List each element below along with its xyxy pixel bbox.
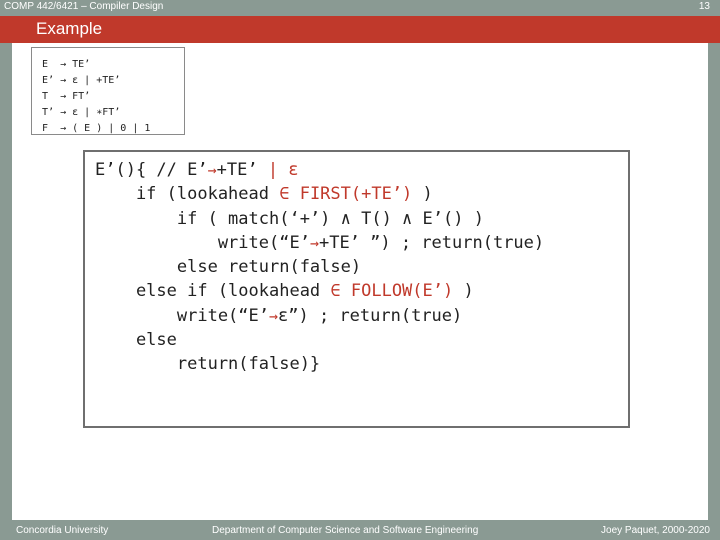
- rule-lhs: E’: [42, 75, 55, 86]
- rule-rhs: TE’: [72, 59, 91, 70]
- grammar-rule: F → ( E ) | 0 | 1: [42, 121, 184, 137]
- rule-lhs: T’: [42, 107, 55, 118]
- code-text: else if (lookahead: [95, 281, 331, 302]
- rule-rhs: ( E ) | 0 | 1: [72, 123, 151, 134]
- code-line: E’(){ // E’→+TE’ | ε: [95, 158, 628, 182]
- rule-lhs: E: [42, 59, 49, 70]
- rule-rhs: FT’: [72, 91, 91, 102]
- title-bar: Example: [0, 16, 720, 43]
- top-bar: COMP 442/6421 – Compiler Design 13: [0, 0, 720, 16]
- code-text: ): [463, 281, 474, 302]
- rule-lhs: F: [42, 123, 49, 134]
- code-line: return(false)}: [95, 354, 321, 375]
- rule-arrow: →: [60, 123, 67, 134]
- slide-content: E → TE’ E’ → ε | +TE’ T → FT’ T’ → ε | ∗FT’…: [12, 43, 708, 520]
- code-text: write(“E’: [95, 305, 269, 326]
- rule-arrow: →: [60, 75, 67, 86]
- footer: Concordia University Department of Compu…: [0, 520, 720, 540]
- footer-university: Concordia University: [16, 525, 109, 536]
- rule-lhs: T: [42, 91, 49, 102]
- code-line: if (lookahead ∈ FIRST(+TE’) ): [95, 182, 628, 206]
- rule-arrow: →: [60, 91, 67, 102]
- grammar-box: E → TE’ E’ → ε | +TE’ T → FT’ T’ → ε | ∗FT’…: [31, 47, 185, 135]
- course-name: COMP 442/6421 – Compiler Design: [4, 1, 164, 12]
- arrow-icon: →: [309, 233, 319, 252]
- slide-title: Example: [36, 19, 103, 38]
- code-text: E’(){ // E’: [95, 160, 208, 180]
- arrow-icon: →: [207, 161, 217, 179]
- grammar-rule: E’ → ε | +TE’: [42, 73, 184, 89]
- code-line: else: [95, 330, 177, 351]
- code-line: if ( match(‘+’) ∧ T() ∧ E’() ): [95, 208, 484, 229]
- code-text: ): [422, 184, 433, 205]
- grammar-rule: T’ → ε | ∗FT’: [42, 105, 184, 121]
- code-highlight: | ε: [267, 160, 299, 180]
- page-number: 13: [698, 1, 710, 12]
- rule-rhs: ε | +TE’: [72, 75, 121, 86]
- code-box: E’(){ // E’→+TE’ | ε if (lookahead ∈ FIR…: [83, 150, 630, 428]
- code-text: +TE’: [216, 160, 268, 180]
- code-line: write(“E’→ε”) ; return(true): [95, 304, 628, 328]
- footer-author: Joey Paquet, 2000-2020: [601, 525, 710, 536]
- rule-rhs: ε | ∗FT’: [72, 107, 121, 118]
- code-line: write(“E’→+TE’ ”) ; return(true): [95, 231, 628, 255]
- code-text: ε”) ; return(true): [278, 305, 463, 326]
- code-highlight: ∈ FIRST(+TE’): [279, 184, 423, 205]
- grammar-rule: E → TE’: [42, 57, 184, 73]
- code-text: if (lookahead: [95, 184, 280, 205]
- code-text: write(“E’: [95, 232, 310, 253]
- code-highlight: ∈ FOLLOW(E’): [330, 281, 464, 302]
- code-line: else return(false): [95, 257, 362, 278]
- code-line: else if (lookahead ∈ FOLLOW(E’) ): [95, 279, 628, 303]
- grammar-rule: T → FT’: [42, 89, 184, 105]
- rule-arrow: →: [60, 59, 67, 70]
- rule-arrow: →: [60, 107, 67, 118]
- footer-department: Department of Computer Science and Softw…: [212, 525, 479, 536]
- arrow-icon: →: [269, 306, 279, 325]
- code-text: +TE’ ”) ; return(true): [318, 232, 545, 253]
